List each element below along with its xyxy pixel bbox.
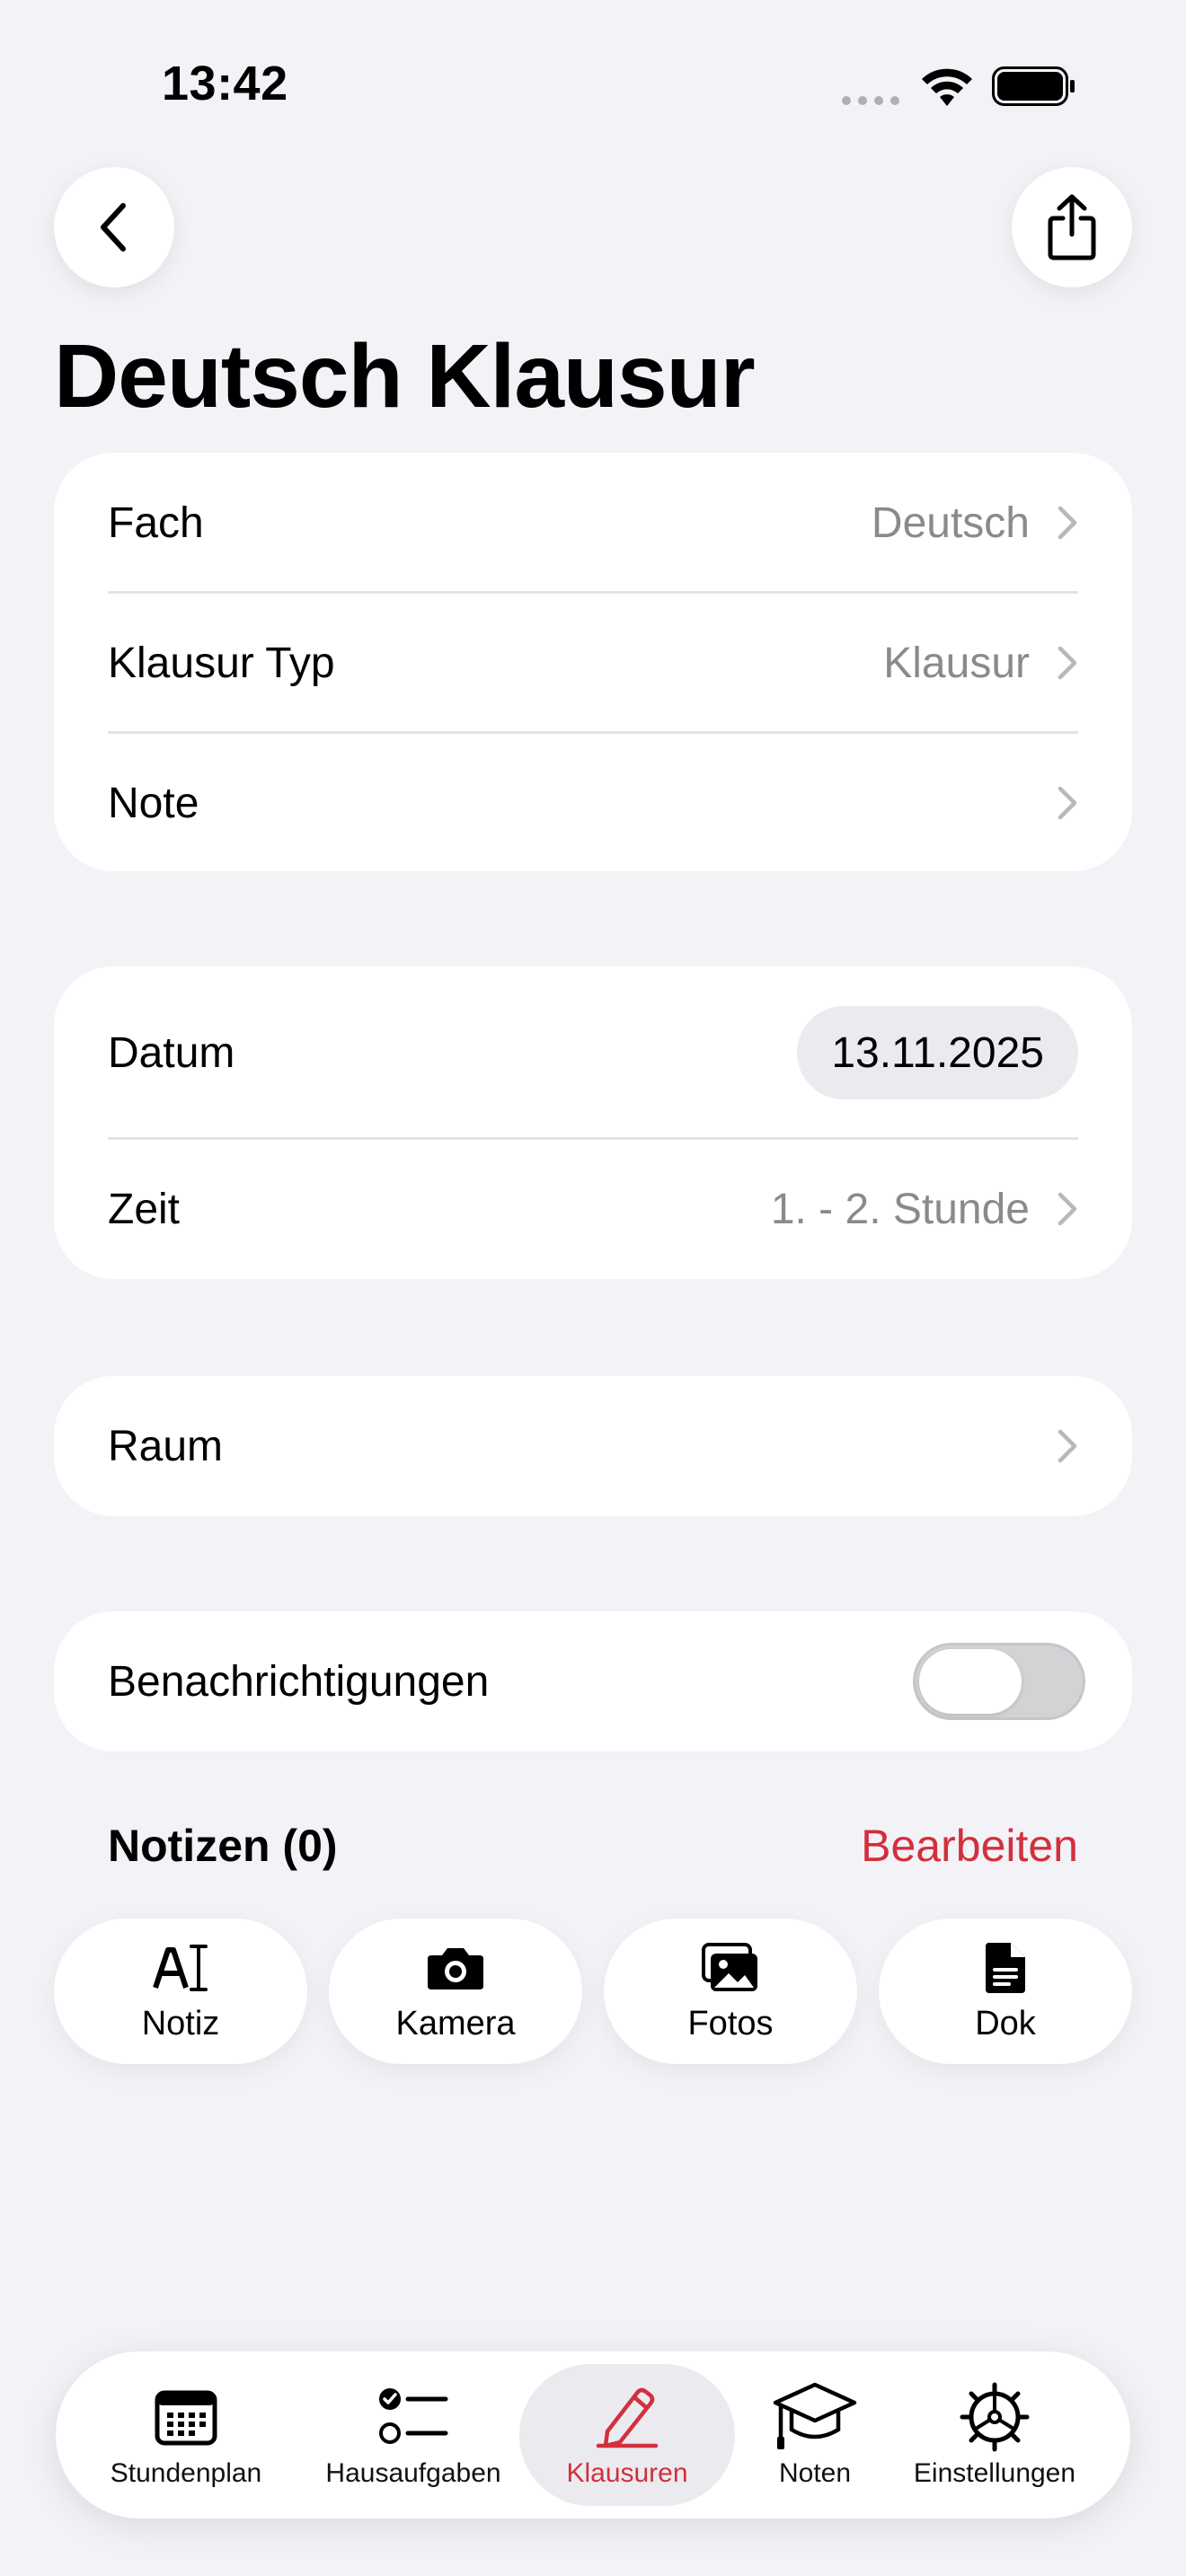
camera-icon — [428, 1947, 483, 1989]
room-label: Raum — [108, 1422, 224, 1470]
notifications-card: Benachrichtigungen — [54, 1611, 1132, 1751]
subject-value: Deutsch — [871, 498, 1030, 547]
pencil-icon — [596, 2387, 659, 2448]
checklist-icon — [379, 2388, 448, 2444]
tab-label: Noten — [778, 2458, 852, 2488]
chevron-right-icon — [1058, 1192, 1077, 1226]
photos-button[interactable]: Fotos — [604, 1919, 857, 2064]
chevron-right-icon — [1058, 506, 1077, 540]
calendar-icon — [155, 2390, 217, 2446]
chevron-right-icon — [1058, 646, 1077, 680]
chevron-left-icon — [101, 203, 126, 251]
back-button[interactable] — [54, 167, 174, 287]
tab-label: Klausuren — [566, 2458, 688, 2488]
time-value: 1. - 2. Stunde — [770, 1185, 1030, 1233]
camera-button[interactable]: Kamera — [329, 1919, 582, 2064]
gear-icon — [960, 2382, 1030, 2452]
document-button[interactable]: Dok — [879, 1919, 1132, 2064]
attachment-label: Kamera — [395, 2004, 516, 2042]
grade-label: Note — [108, 779, 199, 827]
time-row[interactable]: Zeit 1. - 2. Stunde — [108, 1139, 1078, 1279]
notifications-toggle[interactable] — [913, 1643, 1085, 1720]
subject-row[interactable]: Fach Deutsch — [108, 453, 1078, 593]
tab-noten[interactable]: Noten — [739, 2351, 891, 2519]
toggle-knob — [919, 1649, 1022, 1714]
schedule-card: Datum 13.11.2025 Zeit 1. - 2. Stunde — [54, 966, 1132, 1279]
tab-label: Hausaufgaben — [325, 2458, 501, 2488]
share-icon — [1048, 194, 1096, 260]
tab-hausaufgaben[interactable]: Hausaufgaben — [307, 2351, 519, 2519]
date-picker-button[interactable]: 13.11.2025 — [797, 1006, 1078, 1099]
chevron-right-icon — [1058, 1429, 1077, 1463]
page-title: Deutsch Klausur — [54, 326, 756, 427]
details-card: Fach Deutsch Klausur Typ Klausur Note — [54, 453, 1132, 871]
notifications-label: Benachrichtigungen — [108, 1657, 490, 1706]
attachment-label: Fotos — [687, 2004, 774, 2042]
date-label: Datum — [108, 1028, 235, 1077]
tab-label: Einstellungen — [913, 2458, 1076, 2488]
edit-notes-button[interactable]: Bearbeiten — [861, 1820, 1078, 1872]
text-cursor-icon — [153, 1944, 208, 1991]
exam-type-label: Klausur Typ — [108, 639, 335, 687]
add-note-button[interactable]: Notiz — [54, 1919, 307, 2064]
time-label: Zeit — [108, 1185, 181, 1233]
tab-label: Stundenplan — [110, 2458, 262, 2488]
exam-type-row[interactable]: Klausur Typ Klausur — [108, 593, 1078, 733]
tab-bar: Stundenplan Hausaufgaben Klausuren Noten… — [56, 2351, 1130, 2519]
tab-einstellungen[interactable]: Einstellungen — [890, 2351, 1100, 2519]
document-icon — [986, 1942, 1025, 1993]
photos-icon — [702, 1942, 757, 1991]
grade-row[interactable]: Note — [108, 733, 1078, 873]
graduation-cap-icon — [773, 2382, 857, 2449]
room-card: Raum — [54, 1376, 1132, 1516]
date-row: Datum 13.11.2025 — [108, 966, 1078, 1139]
status-time: 13:42 — [162, 57, 288, 110]
wifi-icon — [922, 68, 972, 106]
attachment-label: Dok — [975, 2004, 1036, 2042]
chevron-right-icon — [1058, 786, 1077, 820]
attachment-label: Notiz — [141, 2004, 220, 2042]
subject-label: Fach — [108, 498, 204, 547]
battery-icon — [992, 66, 1075, 106]
exam-type-value: Klausur — [883, 639, 1030, 687]
share-button[interactable] — [1012, 167, 1132, 287]
tab-klausuren[interactable]: Klausuren — [519, 2351, 735, 2519]
notifications-row: Benachrichtigungen — [108, 1611, 1085, 1751]
notes-heading: Notizen (0) — [108, 1821, 338, 1871]
tab-stundenplan[interactable]: Stundenplan — [92, 2351, 280, 2519]
room-row[interactable]: Raum — [108, 1376, 1078, 1516]
cellular-signal-icon — [842, 96, 899, 105]
